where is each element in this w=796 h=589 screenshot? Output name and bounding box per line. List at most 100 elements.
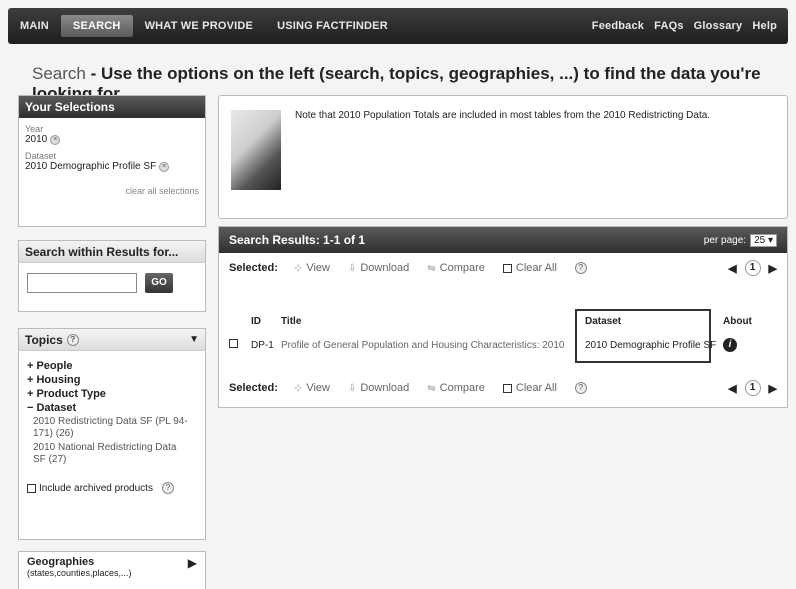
dataset-selection: 2010 Demographic Profile SF ×: [25, 161, 205, 172]
column-title[interactable]: Title: [281, 316, 581, 327]
nav-faqs[interactable]: FAQs: [649, 15, 689, 37]
dataset-option-national-redistricting[interactable]: 2010 National Redistricting Data SF (27): [19, 441, 205, 467]
compare-button-bottom[interactable]: ⇋ Compare: [427, 382, 485, 394]
row-id: DP-1: [251, 339, 274, 351]
actions-help-icon[interactable]: ?: [574, 262, 587, 274]
selected-label-bottom: Selected:: [229, 382, 278, 394]
search-within-row: GO: [19, 263, 205, 303]
per-page-control: per page: 25 ▾: [703, 233, 777, 247]
topic-dataset[interactable]: − Dataset: [19, 401, 205, 415]
next-page-icon[interactable]: ▶: [769, 262, 777, 275]
nav-main[interactable]: MAIN: [8, 15, 61, 37]
results-table: ID Title Dataset About DP-1 Profile of G…: [229, 309, 777, 363]
topics-title: Topics: [25, 332, 63, 347]
collapse-dataset-icon: −: [27, 402, 34, 414]
clear-all-selections-link[interactable]: clear all selections: [19, 186, 205, 196]
geographies-header: Geographies (states,counties,places,...)…: [19, 552, 205, 582]
topic-people[interactable]: + People: [19, 359, 205, 373]
your-selections-title: Your Selections: [19, 96, 205, 118]
collapse-topics-icon[interactable]: ▼: [189, 334, 199, 345]
your-selections-panel: Your Selections Year 2010 × Dataset 2010…: [18, 95, 206, 227]
current-page[interactable]: 1: [744, 260, 761, 276]
nav-utility-links: Feedback FAQs Glossary Help: [587, 15, 788, 37]
download-icon: ⇩: [347, 262, 357, 274]
clear-all-label: Clear All: [515, 262, 557, 274]
remove-year-icon[interactable]: ×: [50, 134, 61, 145]
go-button[interactable]: GO: [145, 273, 173, 293]
row-checkbox[interactable]: [229, 339, 238, 348]
year-label: Year: [25, 124, 44, 134]
nav-using-factfinder[interactable]: USING FACTFINDER: [265, 15, 400, 37]
search-results-title: Search Results: 1-1 of 1: [229, 233, 366, 247]
include-archived-label: Include archived products: [39, 482, 153, 494]
pager-top: ◀ 1 ▶: [728, 260, 777, 276]
topics-help-icon[interactable]: ?: [66, 333, 79, 346]
note-box: Note that 2010 Population Totals are inc…: [218, 95, 788, 219]
topic-dataset-label: Dataset: [36, 402, 77, 414]
clear-all-checkbox-icon: [502, 263, 512, 273]
nav-help[interactable]: Help: [747, 15, 782, 37]
topic-product-type[interactable]: + Product Type: [19, 387, 205, 401]
year-selection: 2010 ×: [25, 134, 205, 145]
row-dataset: 2010 Demographic Profile SF: [585, 339, 717, 351]
per-page-label: per page:: [703, 234, 747, 246]
next-page-icon[interactable]: ▶: [769, 382, 777, 395]
clear-all-button[interactable]: Clear All: [502, 262, 557, 274]
clear-all-button-bottom[interactable]: Clear All: [502, 382, 557, 394]
view-icon: ⊹: [293, 382, 303, 394]
row-about-cell: i: [719, 338, 759, 352]
search-results-header: Search Results: 1-1 of 1 per page: 25 ▾: [219, 227, 787, 253]
topic-product-type-label: Product Type: [36, 388, 106, 400]
top-nav-bar: MAIN SEARCH WHAT WE PROVIDE USING FACTFI…: [8, 8, 788, 44]
topic-people-label: People: [36, 360, 73, 372]
nav-search[interactable]: SEARCH: [60, 15, 133, 37]
expand-housing-icon: +: [27, 374, 34, 386]
remove-dataset-icon[interactable]: ×: [159, 161, 170, 172]
download-button[interactable]: ⇩ Download: [348, 262, 409, 274]
topic-housing[interactable]: + Housing: [19, 373, 205, 387]
view-icon: ⊹: [293, 262, 303, 274]
view-button-bottom[interactable]: ⊹ View: [294, 382, 330, 394]
geographies-subtitle: (states,counties,places,...): [27, 568, 132, 578]
search-within-panel: Search within Results for... GO: [18, 240, 206, 312]
table-row[interactable]: DP-1 Profile of General Population and H…: [229, 333, 777, 357]
clear-all-checkbox-icon: [502, 383, 512, 393]
dataset-label: Dataset: [25, 151, 57, 161]
compare-label-bottom: Compare: [439, 382, 485, 394]
download-label: Download: [360, 262, 410, 274]
geographies-title: Geographies: [27, 556, 95, 568]
selected-label: Selected:: [229, 262, 278, 274]
compare-icon: ⇋: [427, 382, 436, 394]
column-dataset[interactable]: Dataset: [581, 316, 719, 327]
compare-icon: ⇋: [427, 262, 436, 274]
current-page-bottom[interactable]: 1: [744, 380, 761, 396]
column-about: About: [723, 315, 752, 327]
chart-thumbnail-image: [231, 110, 281, 190]
view-button[interactable]: ⊹ View: [294, 262, 330, 274]
top-action-row: Selected: ⊹ View ⇩ Download ⇋ Compare Clear…: [219, 253, 787, 283]
column-id[interactable]: ID: [251, 316, 281, 327]
nav-feedback[interactable]: Feedback: [587, 15, 649, 37]
per-page-select[interactable]: 25 ▾: [750, 233, 777, 247]
prev-page-icon[interactable]: ◀: [728, 382, 736, 395]
download-button-bottom[interactable]: ⇩ Download: [348, 382, 409, 394]
row-checkbox-cell: [229, 339, 251, 351]
expand-geographies-icon[interactable]: ▶: [188, 556, 197, 578]
row-title-link[interactable]: Profile of General Population and Housin…: [281, 340, 581, 351]
view-label-bottom: View: [306, 382, 330, 394]
nav-glossary[interactable]: Glossary: [689, 15, 748, 37]
search-within-title: Search within Results for...: [19, 241, 205, 263]
geographies-panel[interactable]: Geographies (states,counties,places,...)…: [18, 551, 206, 589]
info-icon[interactable]: i: [723, 338, 737, 352]
actions-help-icon-bottom[interactable]: ?: [574, 382, 587, 394]
search-within-input[interactable]: [27, 273, 137, 293]
compare-button[interactable]: ⇋ Compare: [427, 262, 485, 274]
nav-what-we-provide[interactable]: WHAT WE PROVIDE: [133, 15, 266, 37]
archived-help-icon[interactable]: ?: [161, 482, 174, 494]
year-value: 2010: [25, 134, 48, 145]
note-text: Note that 2010 Population Totals are inc…: [295, 110, 711, 121]
prev-page-icon[interactable]: ◀: [728, 262, 736, 275]
include-archived-checkbox[interactable]: [27, 483, 36, 493]
dataset-option-redistricting[interactable]: 2010 Redistricting Data SF (PL 94-171) (…: [19, 415, 205, 441]
compare-label: Compare: [439, 262, 485, 274]
